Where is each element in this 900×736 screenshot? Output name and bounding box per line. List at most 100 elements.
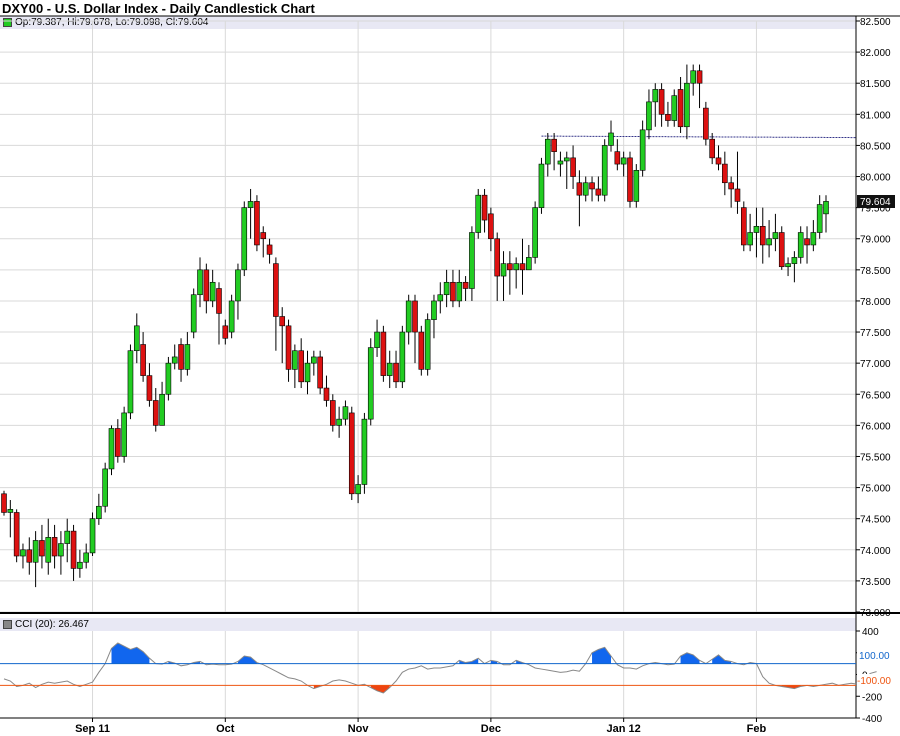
price-tick-label: 78.500 xyxy=(860,266,891,277)
candle-up xyxy=(557,160,564,165)
candle-down xyxy=(418,331,425,370)
candle-down xyxy=(254,201,260,246)
candle-down xyxy=(589,182,595,190)
cci-upper-label: 100.00 xyxy=(859,651,890,662)
price-tick-label: 79.000 xyxy=(860,235,891,246)
last-price-tag: 79.604 xyxy=(860,197,891,208)
candle-down xyxy=(203,269,210,302)
cci-tick-label: -200 xyxy=(862,692,882,703)
candle-up xyxy=(127,350,134,414)
candle-up xyxy=(766,238,772,246)
candle-down xyxy=(115,428,121,457)
candle-up xyxy=(513,263,519,271)
x-tick-label: Feb xyxy=(747,723,767,735)
candle-down xyxy=(216,288,222,314)
candle-down xyxy=(26,549,33,563)
chart-svg: 82.50082.00081.50081.00080.50080.00079.5… xyxy=(0,15,900,735)
candle-up xyxy=(367,347,374,420)
price-tick-label: 73.500 xyxy=(860,577,891,588)
candle-up xyxy=(247,201,254,208)
candle-up xyxy=(336,418,342,426)
candle-up xyxy=(399,331,406,383)
candle-up xyxy=(121,412,127,457)
candle-down xyxy=(393,362,399,383)
candle-up xyxy=(361,418,368,485)
candle-up xyxy=(785,263,791,268)
cci-tick-label: 400 xyxy=(862,627,879,638)
candle-down xyxy=(51,537,58,557)
candle-down xyxy=(677,89,684,128)
candle-up xyxy=(386,362,393,376)
candle-up xyxy=(816,204,823,233)
candle-down xyxy=(709,138,715,159)
candle-down xyxy=(696,70,703,84)
candle-up xyxy=(342,406,349,420)
candle-down xyxy=(804,238,810,246)
candle-up xyxy=(620,157,627,165)
candle-up xyxy=(184,344,191,370)
candle-down xyxy=(734,188,741,202)
candle-down xyxy=(13,512,20,557)
cci-negative-fill xyxy=(313,685,801,693)
candle-up xyxy=(684,82,690,128)
candle-down xyxy=(740,207,747,246)
cci-tick-label: -400 xyxy=(862,714,882,725)
candle-down xyxy=(285,325,292,370)
candle-up xyxy=(58,543,64,557)
candle-up xyxy=(108,428,115,470)
candle-up xyxy=(304,362,311,383)
price-tick-label: 74.500 xyxy=(860,515,891,526)
candle-up xyxy=(797,232,804,258)
candle-up xyxy=(235,269,241,302)
candle-up xyxy=(437,294,444,302)
candle-up xyxy=(405,300,412,333)
price-tick-label: 81.500 xyxy=(860,79,891,90)
candle-up xyxy=(475,194,482,233)
candle-down xyxy=(665,114,671,121)
candle-down xyxy=(658,89,665,115)
candle-up xyxy=(544,138,551,165)
candle-down xyxy=(728,182,734,190)
candle-down xyxy=(481,194,488,221)
x-tick-label: Oct xyxy=(216,723,235,735)
candle-up xyxy=(538,163,545,208)
candle-down xyxy=(703,107,709,140)
cci-labels: 100.00 -100.00 xyxy=(857,649,899,687)
candle-down xyxy=(488,213,494,240)
price-tick-label: 77.000 xyxy=(860,359,891,370)
candle-down xyxy=(462,281,469,289)
candle-down xyxy=(551,138,557,152)
price-tick-label: 75.000 xyxy=(860,484,891,495)
candle-up xyxy=(633,170,640,202)
candle-up xyxy=(209,281,216,302)
candle-down xyxy=(614,151,621,165)
price-tick-label: 75.500 xyxy=(860,452,891,463)
price-tick-label: 80.000 xyxy=(860,173,891,184)
candle-up xyxy=(7,509,14,513)
candle-up xyxy=(753,225,760,233)
cci-positive-fill xyxy=(111,642,732,664)
candle-down xyxy=(39,540,45,557)
price-tick-label: 74.000 xyxy=(860,546,891,557)
candle-up xyxy=(646,101,652,131)
price-tick-label: 82.000 xyxy=(860,48,891,59)
candle-up xyxy=(197,269,203,296)
candle-down xyxy=(380,331,387,376)
candle-up xyxy=(582,182,589,196)
candle-down xyxy=(519,263,526,271)
candle-down xyxy=(450,281,456,302)
candle-up xyxy=(601,145,608,196)
price-tag: 79.604 xyxy=(857,195,895,208)
candle-up xyxy=(690,70,697,84)
candle-up xyxy=(810,232,817,246)
candle-up xyxy=(165,362,172,395)
candles-layer xyxy=(1,64,857,588)
candle-up xyxy=(823,201,829,215)
candle-up xyxy=(311,356,317,364)
candle-down xyxy=(576,182,583,196)
x-tick-label: Sep 11 xyxy=(75,723,110,735)
cci-layer: 4002000-200-400 xyxy=(0,627,882,725)
x-axis: Sep 11 Oct Nov Dec Jan 12 Feb xyxy=(75,718,767,735)
candle-down xyxy=(323,387,330,401)
candle-down xyxy=(222,325,229,339)
